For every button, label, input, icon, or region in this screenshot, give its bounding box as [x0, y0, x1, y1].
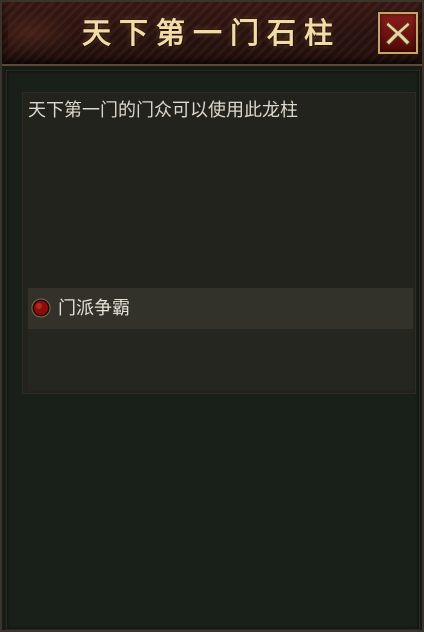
title-bar[interactable]: 天下第一门石柱 — [2, 2, 422, 66]
option-label: 门派争霸 — [58, 298, 130, 318]
title-ornament — [8, 10, 78, 56]
description-text: 天下第一门的门众可以使用此龙柱 — [28, 100, 298, 120]
dialog-title: 天下第一门石柱 — [82, 16, 342, 50]
option-sect-battle[interactable]: 门派争霸 — [28, 288, 413, 329]
option-list-area — [28, 329, 413, 391]
close-button[interactable] — [378, 12, 418, 54]
close-x-icon — [385, 21, 411, 46]
red-orb-bullet-icon — [31, 298, 51, 318]
pillar-dialog-window: 天下第一门石柱 天下第一门的门众可以使用此龙柱 门派争霸 — [0, 0, 424, 632]
